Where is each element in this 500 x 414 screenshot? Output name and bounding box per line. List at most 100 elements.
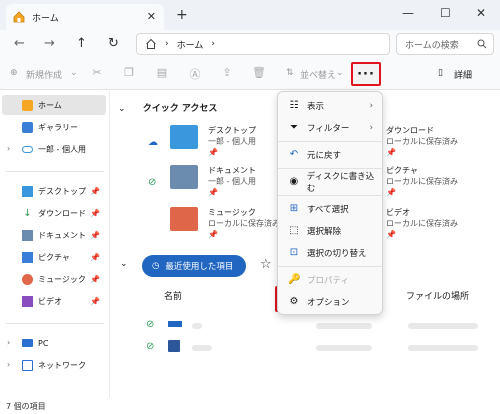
menu-item-label: 選択の切り替え [307,249,367,259]
sidebar-item-home[interactable]: ホーム [2,95,106,115]
new-tab-button[interactable]: + [176,7,188,23]
menu-item-view[interactable]: ☷ 表示 › [281,95,381,117]
close-button[interactable]: ✕ [476,6,486,20]
sidebar-item-documents[interactable]: ドキュメント 📌 [2,225,106,245]
table-row[interactable]: ⊘ [144,319,494,335]
recent-items-button[interactable]: ◷ 最近使用した項目 [142,255,246,277]
menu-item-filter[interactable]: ⏷ フィルター › [281,117,381,139]
sidebar-item-network[interactable]: ネットワーク [2,355,106,375]
menu-item-options[interactable]: ⚙ オプション [281,291,381,313]
quick-access-item-pictures[interactable]: ピクチャ ローカルに保存済み 📌 [386,165,458,198]
menu-item-select-all[interactable]: ⊞ すべて選択 [281,198,381,220]
back-button[interactable]: ← [14,36,25,51]
up-button[interactable]: ↑ [76,36,87,51]
table-row[interactable]: ⊘ [144,340,494,357]
forward-button[interactable]: → [44,36,55,51]
pin-icon: 📌 [208,230,218,239]
chevron-down-icon[interactable]: ⌄ [120,259,128,269]
synced-status-icon: ⊘ [148,177,157,188]
quick-access-header[interactable]: ⌄ クイック アクセス [118,101,217,114]
pin-icon: 📌 [386,188,396,197]
pin-icon: 📌 [90,252,100,262]
redacted-location [408,323,478,329]
sidebar-item-desktop[interactable]: デスクトップ 📌 [2,181,106,201]
sidebar-item-label: ホーム [38,100,62,110]
pin-icon: 📌 [90,296,100,306]
home-outline-icon [146,38,156,49]
documents-folder-icon [170,165,198,189]
menu-item-burn-to-disc[interactable]: ◉ ディスクに書き込む [281,171,381,194]
sidebar-item-label: ピクチャ [38,252,70,262]
item-count: 7 個の項目 [6,402,46,411]
quick-access-item-documents[interactable]: ドキュメント 一郎 - 個人用 📌 [170,165,256,198]
search-placeholder: ホームの検索 [405,40,459,51]
music-icon [22,273,33,285]
menu-item-invert-selection[interactable]: ⊡ 選択の切り替え [281,242,381,264]
sidebar-item-label: ミュージック [38,274,86,284]
menu-item-properties: 🔑 プロパティ [281,269,381,291]
download-icon: ↓ [23,207,32,219]
sidebar-item-label: ギャラリー [38,122,78,132]
menu-item-undo[interactable]: ↶ 元に戻す [281,144,381,166]
redacted-location [408,345,478,351]
quick-access-item-videos[interactable]: ビデオ ローカルに保存済み 📌 [386,207,458,240]
navigation-pane: ホーム ギャラリー › 一郎 - 個人用 デスクトップ 📌 ↓ ダウンロード 📌… [0,91,110,398]
desktop-folder-icon [22,185,33,197]
quick-access-item-downloads[interactable]: ダウンロード ローカルに保存済み 📌 [386,125,458,158]
refresh-button[interactable]: ↻ [108,36,119,51]
sort-button[interactable]: 並べ替え [300,68,336,81]
sidebar-item-downloads[interactable]: ↓ ダウンロード 📌 [2,203,106,223]
copy-icon[interactable]: ❐ [122,66,136,80]
redacted-name [192,323,202,329]
sidebar-item-pc[interactable]: PC [2,333,106,353]
sidebar-item-pictures[interactable]: ピクチャ 📌 [2,247,106,267]
cloud-status-icon: ☁ [148,137,158,148]
minimize-button[interactable]: — [402,6,414,20]
home-icon [22,99,33,111]
sidebar-item-label: ダウンロード [38,208,86,218]
sidebar-item-music[interactable]: ミュージック 📌 [2,269,106,289]
clock-icon: ◷ [152,261,160,271]
quick-access-item-desktop[interactable]: デスクトップ 一郎 - 個人用 📌 [170,125,256,158]
column-header-location[interactable]: ファイルの場所 [406,289,469,302]
see-more-button[interactable]: ··· [351,62,381,86]
menu-item-select-none[interactable]: ⬚ 選択解除 [281,220,381,242]
details-button[interactable]: 詳細 [454,68,472,81]
item-location: ローカルに保存済み [386,137,458,146]
divider [6,323,104,324]
menu-item-label: フィルター [307,124,350,134]
redacted-date [316,345,372,351]
favorites-star-icon[interactable]: ☆ [260,257,272,272]
sidebar-item-videos[interactable]: ビデオ 📌 [2,291,106,311]
item-location: 一郎 - 個人用 [208,137,256,146]
delete-icon[interactable]: 🗑 [252,66,266,80]
new-button[interactable]: 新規作成 [26,68,62,81]
tab-home[interactable]: ホーム ✕ [6,4,164,30]
rename-icon[interactable]: Ⓐ [188,66,202,81]
pin-icon: 📌 [90,208,100,218]
tab-close-icon[interactable]: ✕ [147,10,156,23]
filter-icon: ⏷ [290,122,298,133]
address-bar[interactable]: › ホーム › [136,33,390,55]
quick-access-item-music[interactable]: ミュージック ローカルに保存済み 📌 [170,207,280,240]
redacted-name [192,345,212,351]
select-none-icon: ⬚ [289,225,299,236]
paste-icon[interactable]: ▤ [155,66,169,80]
synced-status-icon: ⊘ [146,341,155,352]
pin-icon: 📌 [386,230,396,239]
cut-icon[interactable]: ✂ [90,66,104,80]
divider [278,168,382,169]
breadcrumb-home[interactable]: ホーム [177,38,204,51]
item-name: ドキュメント [208,166,256,175]
status-bar: 7 個の項目 [0,398,500,414]
divider [278,266,382,267]
column-header-name[interactable]: 名前 [164,289,182,302]
sidebar-item-gallery[interactable]: ギャラリー [2,117,106,137]
maximize-button[interactable]: ☐ [440,6,451,20]
command-bar: ⊕ 新規作成 ⌄ ✂ ❐ ▤ Ⓐ ⇪ 🗑 ⇅ 並べ替え ⌄ ▯ [0,58,500,90]
file-icon [168,321,182,327]
share-icon[interactable]: ⇪ [220,66,234,80]
cloud-icon [22,145,33,153]
search-input[interactable]: ホームの検索 [396,33,494,55]
sidebar-item-onedrive[interactable]: 一郎 - 個人用 [2,139,106,159]
